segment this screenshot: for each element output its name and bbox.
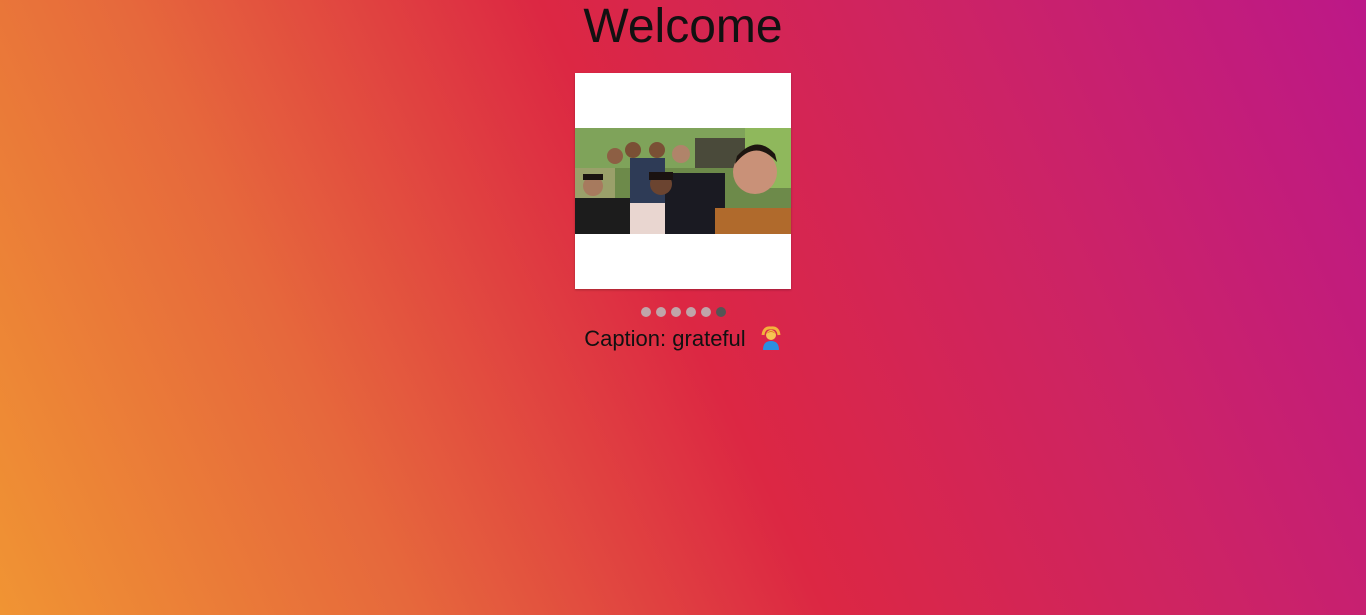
person-gesturing-ok-icon (760, 326, 782, 356)
carousel-dot[interactable] (655, 307, 666, 317)
carousel-dot[interactable] (640, 307, 651, 317)
carousel-dot[interactable] (700, 307, 711, 317)
group-selfie-image (575, 128, 791, 234)
page-title: Welcome (583, 0, 783, 53)
caption-label: Caption: (584, 326, 667, 351)
carousel-indicators (0, 307, 1366, 317)
caption: Caption: grateful (0, 326, 1366, 356)
carousel-image (575, 128, 791, 234)
caption-text: grateful (672, 326, 746, 351)
page: Welcome Caption: grateful (0, 0, 1366, 615)
carousel-dot[interactable] (685, 307, 696, 317)
carousel-dot[interactable] (715, 307, 726, 317)
carousel-dot[interactable] (670, 307, 681, 317)
carousel-slide[interactable] (575, 73, 791, 289)
